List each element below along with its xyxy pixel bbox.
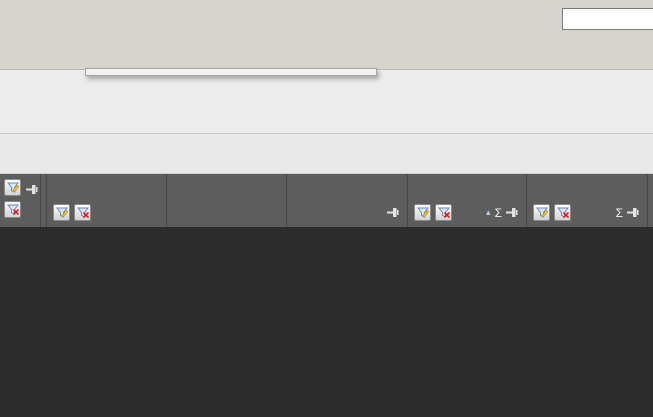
filter-clear-button[interactable] [435,204,452,221]
filter-edit-button[interactable] [53,204,70,221]
column-title [287,174,407,198]
column-title [408,174,526,198]
filter-edit-button[interactable] [533,204,550,221]
column-header-hidden[interactable] [167,174,287,227]
filter-clear-button[interactable] [554,204,571,221]
filter-edit-button[interactable] [414,204,431,221]
group-by-bar [0,134,653,174]
pin-icon[interactable] [26,185,38,194]
pin-icon[interactable] [387,208,399,217]
filter-clear-button[interactable] [74,204,91,221]
column-header-kei2[interactable]: Σ [527,174,648,227]
column-header-flag[interactable] [0,174,41,227]
filter-clear-button[interactable] [4,201,21,218]
pin-icon[interactable] [506,208,518,217]
column-title [47,174,166,198]
column-header-tail [648,174,653,227]
url-input[interactable] [562,8,653,30]
column-header-frequency[interactable] [47,174,167,227]
column-title [527,174,647,198]
filter-zone [0,70,653,200]
serp-dropdown-menu [85,68,377,76]
filter-edit-button[interactable] [4,179,21,196]
sum-icon[interactable]: Σ [616,206,623,220]
sum-icon[interactable]: Σ [495,206,502,220]
sort-ascending-icon[interactable]: ▴ [486,207,491,218]
pin-icon[interactable] [627,208,639,217]
column-header-kei1[interactable]: ▴ Σ [408,174,527,227]
main-toolbar [0,0,653,70]
keywords-table [0,227,653,417]
table-header: ▴ Σ Σ [0,174,653,227]
column-header-w[interactable] [287,174,408,227]
